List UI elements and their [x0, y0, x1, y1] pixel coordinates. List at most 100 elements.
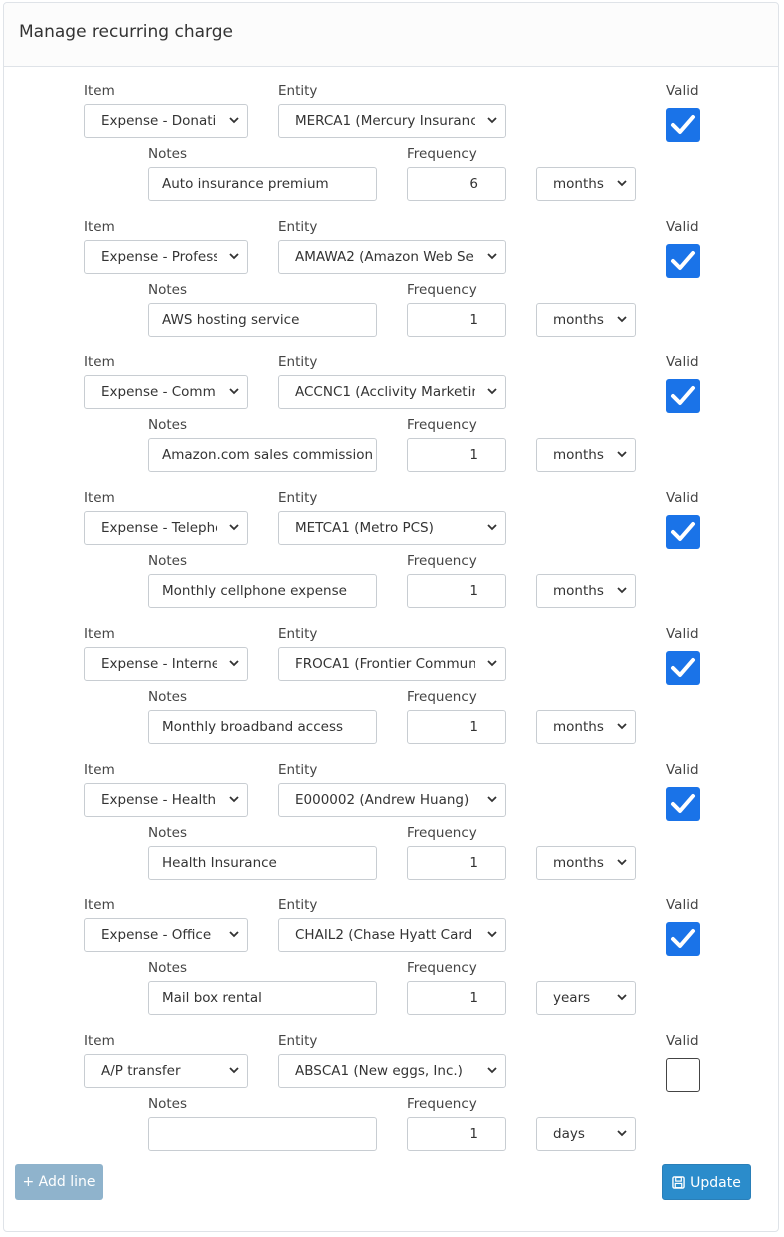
- frequency-unit-value: months: [553, 854, 604, 871]
- valid-checkbox[interactable]: [666, 786, 700, 821]
- frequency-unit-select[interactable]: months: [536, 845, 636, 880]
- entity-select-value: ABSCA1 (New eggs, Inc.): [295, 1062, 463, 1079]
- notes-label: Notes: [148, 417, 187, 434]
- chevron-down-icon: [617, 723, 627, 730]
- chevron-down-icon: [229, 524, 239, 531]
- frequency-input[interactable]: 1: [407, 981, 506, 1016]
- frequency-unit-select[interactable]: days: [536, 1116, 636, 1151]
- item-select[interactable]: A/P transfer: [84, 1053, 248, 1088]
- entity-select[interactable]: ABSCA1 (New eggs, Inc.): [278, 1053, 506, 1088]
- notes-input[interactable]: Mail box rental: [148, 981, 377, 1016]
- notes-input-value: Monthly cellphone expense: [162, 583, 347, 600]
- add-line-button[interactable]: + Add line: [15, 1164, 103, 1200]
- entity-select[interactable]: ACCNC1 (Acclivity Marketing): [278, 375, 506, 410]
- frequency-input-value: 6: [469, 176, 478, 192]
- item-select[interactable]: Expense - Office: [84, 918, 248, 953]
- charge-line: Item Entity Valid Expense - Internet FROCA1 …: [0, 623, 776, 759]
- frequency-input[interactable]: 1: [407, 302, 506, 337]
- valid-checkbox[interactable]: [666, 379, 700, 414]
- entity-select[interactable]: E000002 (Andrew Huang): [278, 782, 506, 817]
- charge-line: Item Entity Valid Expense - Donation MERCA1 …: [0, 80, 776, 216]
- notes-input-value: AWS hosting service: [162, 311, 300, 328]
- item-label: Item: [84, 218, 115, 235]
- entity-select[interactable]: METCA1 (Metro PCS): [278, 511, 506, 546]
- frequency-input-value: 1: [469, 718, 478, 735]
- frequency-unit-select[interactable]: months: [536, 302, 636, 337]
- chevron-down-icon: [229, 388, 239, 395]
- charge-line: Item Entity Valid Expense - Health Insuranc…: [0, 759, 776, 895]
- chevron-down-icon: [487, 660, 497, 667]
- item-select[interactable]: Expense - Telephone: [84, 511, 248, 546]
- valid-checkbox[interactable]: [666, 515, 700, 550]
- notes-input[interactable]: [148, 1116, 377, 1151]
- checkmark-icon: [671, 115, 695, 134]
- notes-input[interactable]: Monthly cellphone expense: [148, 574, 377, 609]
- valid-checkbox[interactable]: [666, 1057, 700, 1092]
- entity-select[interactable]: FROCA1 (Frontier Communications): [278, 646, 506, 681]
- panel-header: Manage recurring charge: [4, 3, 778, 67]
- entity-label: Entity: [278, 354, 318, 371]
- item-select-value: A/P transfer: [101, 1062, 181, 1079]
- frequency-input-value: 1: [469, 1125, 478, 1142]
- checkmark-icon: [671, 657, 695, 677]
- chevron-down-icon: [229, 1067, 239, 1074]
- frequency-label: Frequency: [407, 281, 477, 298]
- charge-line: Item Entity Valid Expense - Office CHAIL2 (C…: [0, 894, 776, 1030]
- frequency-unit-select[interactable]: months: [536, 709, 636, 744]
- frequency-unit-select[interactable]: months: [536, 574, 636, 609]
- frequency-input-value: 1: [469, 447, 478, 464]
- chevron-down-icon: [487, 524, 497, 531]
- frequency-input-value: 1: [469, 583, 478, 600]
- frequency-unit-select[interactable]: months: [536, 167, 636, 201]
- item-select-value: Expense - Commission: [101, 384, 217, 401]
- notes-input[interactable]: Monthly broadband access: [148, 709, 377, 744]
- item-select[interactable]: Expense - Professional: [84, 239, 248, 274]
- entity-select[interactable]: MERCA1 (Mercury Insurance): [278, 104, 506, 138]
- update-button[interactable]: Update: [662, 1164, 751, 1200]
- entity-select[interactable]: CHAIL2 (Chase Hyatt Card (x: [278, 918, 506, 953]
- frequency-unit-select[interactable]: months: [536, 438, 636, 473]
- item-select-value: Expense - Internet: [101, 655, 217, 672]
- notes-input[interactable]: Amazon.com sales commission: [148, 438, 377, 473]
- item-label: Item: [84, 761, 115, 778]
- valid-label: Valid: [666, 897, 699, 914]
- entity-select-value: E000002 (Andrew Huang): [295, 791, 470, 808]
- frequency-input[interactable]: 1: [407, 574, 506, 609]
- notes-input[interactable]: AWS hosting service: [148, 302, 377, 337]
- valid-checkbox[interactable]: [666, 243, 700, 278]
- frequency-unit-value: months: [553, 176, 604, 192]
- valid-checkbox[interactable]: [666, 650, 700, 685]
- entity-label: Entity: [278, 761, 318, 778]
- item-select[interactable]: Expense - Health Insurance: [84, 782, 248, 817]
- frequency-input[interactable]: 1: [407, 438, 506, 473]
- charge-line: Item Entity Valid Expense - Telephone METCA1…: [0, 487, 776, 623]
- frequency-unit-select[interactable]: years: [536, 981, 636, 1016]
- valid-checkbox[interactable]: [666, 108, 700, 142]
- entity-label: Entity: [278, 83, 318, 99]
- notes-input[interactable]: Health Insurance: [148, 845, 377, 880]
- chevron-down-icon: [617, 180, 627, 187]
- chevron-down-icon: [487, 253, 497, 259]
- frequency-input[interactable]: 6: [407, 167, 506, 201]
- entity-select-value: AMAWA2 (Amazon Web Services): [295, 248, 475, 265]
- item-select[interactable]: Expense - Internet: [84, 646, 248, 681]
- item-select[interactable]: Expense - Commission: [84, 375, 248, 410]
- chevron-down-icon: [487, 795, 497, 802]
- page-title: Manage recurring charge: [19, 22, 233, 42]
- frequency-input-value: 1: [469, 854, 478, 871]
- item-select[interactable]: Expense - Donation: [84, 104, 248, 138]
- frequency-label: Frequency: [407, 553, 477, 570]
- frequency-input[interactable]: 1: [407, 1116, 506, 1151]
- notes-label: Notes: [148, 146, 187, 162]
- item-select-value: Expense - Telephone: [101, 520, 217, 537]
- entity-select[interactable]: AMAWA2 (Amazon Web Services): [278, 239, 506, 274]
- frequency-label: Frequency: [407, 688, 477, 705]
- item-label: Item: [84, 1032, 115, 1049]
- notes-input-value: Monthly broadband access: [162, 718, 344, 735]
- notes-label: Notes: [148, 1095, 187, 1112]
- valid-checkbox[interactable]: [666, 922, 700, 957]
- entity-label: Entity: [278, 218, 318, 235]
- frequency-input[interactable]: 1: [407, 845, 506, 880]
- frequency-input[interactable]: 1: [407, 709, 506, 744]
- notes-input[interactable]: Auto insurance premium: [148, 167, 377, 201]
